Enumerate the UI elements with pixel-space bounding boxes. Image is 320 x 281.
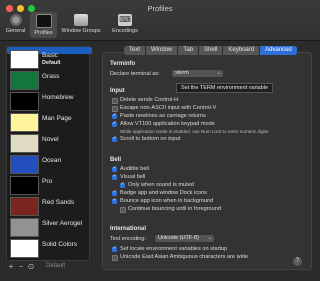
gear-icon	[9, 14, 22, 26]
profile-row-basic[interactable]: Basic Default	[7, 47, 92, 69]
option-label: Continue bouncing until in foreground	[128, 206, 221, 212]
profile-name: Red Sands	[42, 199, 75, 206]
profile-row-red-sands[interactable]: Red Sands	[7, 194, 89, 217]
audible-bell-checkbox[interactable]	[112, 165, 117, 172]
chevron-down-icon: ⌄	[207, 235, 212, 241]
paste-newlines-checkbox[interactable]	[112, 112, 117, 119]
text-encoding-label: Text encoding:	[110, 236, 147, 242]
toolbar-window-groups[interactable]: Window Groups	[58, 12, 104, 38]
toolbar-general[interactable]: General	[2, 12, 29, 38]
toolbar-profiles[interactable]: Profiles	[30, 12, 57, 38]
profile-thumbnail	[10, 197, 39, 216]
add-profile-button[interactable]: +	[6, 262, 16, 271]
text-encoding-select[interactable]: Unicode (UTF-8) ⌄	[155, 235, 214, 242]
profile-row-silver-aerogel[interactable]: Silver Aerogel	[7, 215, 89, 238]
only-when-muted-checkbox[interactable]	[120, 181, 125, 188]
profile-name: Pro	[42, 178, 53, 185]
window-groups-icon	[74, 14, 88, 26]
encodings-icon: ⌨	[118, 14, 132, 26]
option-label: Escape non-ASCII input with Control-V	[120, 105, 217, 111]
option-label: Only when sound is muted	[128, 182, 194, 188]
scroll-to-bottom-checkbox[interactable]	[112, 135, 117, 142]
help-button[interactable]: ?	[293, 257, 302, 266]
option-label: Badge app and window Dock icons	[120, 190, 208, 196]
declare-terminal-label: Declare terminal as:	[110, 71, 160, 77]
profile-name: Grass	[42, 73, 60, 80]
titlebar: Profiles General Profiles Window Groups …	[0, 0, 320, 41]
profile-row-pro[interactable]: Pro	[7, 173, 89, 196]
profile-thumbnail	[10, 155, 39, 174]
tab-keyboard[interactable]: Keyboard	[223, 46, 261, 55]
terminfo-heading: Terminfo	[110, 61, 136, 67]
profile-thumbnail	[10, 92, 39, 111]
option-label: Audible bell	[120, 166, 149, 172]
profile-row-ocean[interactable]: Ocean	[7, 152, 89, 175]
toolbar-encodings-label: Encodings	[112, 28, 138, 34]
profile-name: Homebrew	[42, 94, 74, 101]
profile-name: Silver Aerogel	[42, 220, 83, 227]
profiles-list: Basic Default Grass Homebrew Man Page No…	[6, 46, 92, 261]
option-label: Delete sends Control-H	[120, 97, 179, 103]
declare-terminal-value: xterm	[175, 70, 189, 76]
badge-dock-icons-checkbox[interactable]	[112, 189, 117, 196]
toolbar-encodings[interactable]: ⌨ Encodings	[105, 12, 145, 38]
option-label: Allow VT100 application keypad mode	[120, 121, 215, 127]
remove-profile-button[interactable]: −	[16, 262, 26, 271]
profile-thumbnail	[10, 176, 39, 195]
profile-name: Ocean	[42, 157, 62, 164]
toolbar-profiles-label: Profiles	[34, 30, 53, 36]
profile-thumbnail	[10, 50, 39, 69]
option-label: Bounce app icon when in background	[120, 198, 214, 204]
tab-window[interactable]: Window	[146, 46, 179, 55]
text-encoding-value: Unicode (UTF-8)	[158, 235, 199, 241]
option-label: Set locale environment variables on star…	[120, 246, 228, 252]
settings-tabs: Text Window Tab Shell Keyboard Advanced	[124, 46, 298, 55]
profile-row-homebrew[interactable]: Homebrew	[7, 89, 89, 112]
visual-bell-checkbox[interactable]	[112, 173, 117, 180]
toolbar: General Profiles Window Groups ⌨ Encodin…	[2, 12, 146, 38]
bounce-app-icon-checkbox[interactable]	[112, 197, 117, 204]
profile-name: Basic	[42, 52, 58, 59]
default-badge: Default	[42, 60, 61, 66]
profile-thumbnail	[10, 239, 39, 258]
term-tooltip: Set the TERM environment variable	[176, 83, 274, 93]
tab-tab[interactable]: Tab	[178, 46, 200, 55]
profile-name: Solid Colors	[42, 241, 78, 248]
option-label: Visual bell	[120, 174, 146, 180]
profile-thumbnail	[10, 134, 39, 153]
profile-row-man-page[interactable]: Man Page	[7, 110, 89, 133]
chevron-down-icon: ⌄	[216, 70, 221, 76]
option-label: Paste newlines as carriage returns	[120, 113, 206, 119]
profile-thumbnail	[10, 113, 39, 132]
default-button[interactable]: Default	[46, 263, 65, 269]
profiles-window: Profiles General Profiles Window Groups …	[0, 0, 320, 281]
delete-sends-ctrl-h-checkbox[interactable]	[112, 98, 118, 104]
toolbar-general-label: General	[5, 28, 26, 34]
toolbar-window-groups-label: Window Groups	[61, 28, 101, 34]
profile-thumbnail	[10, 71, 39, 90]
profile-row-novel[interactable]: Novel	[7, 131, 89, 154]
international-heading: International	[110, 226, 147, 232]
input-heading: Input	[110, 88, 125, 94]
option-label: Scroll to bottom on input	[120, 136, 181, 142]
bell-heading: Bell	[110, 157, 122, 163]
profiles-bottom-bar: + − ⊙ Default	[6, 261, 90, 271]
profile-name: Man Page	[42, 115, 72, 122]
option-label: Unicode East Asian Ambiguous characters …	[120, 254, 249, 260]
set-locale-checkbox[interactable]	[112, 245, 117, 252]
keypad-note: While application mode is enabled, use N…	[120, 129, 270, 134]
profile-row-grass[interactable]: Grass	[7, 68, 89, 91]
profile-name: Novel	[42, 136, 59, 143]
tab-text[interactable]: Text	[124, 46, 147, 55]
vt100-keypad-checkbox[interactable]	[112, 120, 117, 127]
profile-actions-button[interactable]: ⊙	[26, 262, 36, 271]
east-asian-wide-checkbox[interactable]	[112, 255, 118, 261]
profile-thumbnail	[10, 218, 39, 237]
profile-row-solid-colors[interactable]: Solid Colors	[7, 236, 89, 259]
tab-shell[interactable]: Shell	[199, 46, 224, 55]
continue-bouncing-checkbox[interactable]	[120, 207, 126, 213]
profiles-icon	[35, 14, 52, 28]
declare-terminal-select[interactable]: xterm ⌄	[172, 70, 223, 77]
tab-advanced[interactable]: Advanced	[260, 46, 298, 55]
